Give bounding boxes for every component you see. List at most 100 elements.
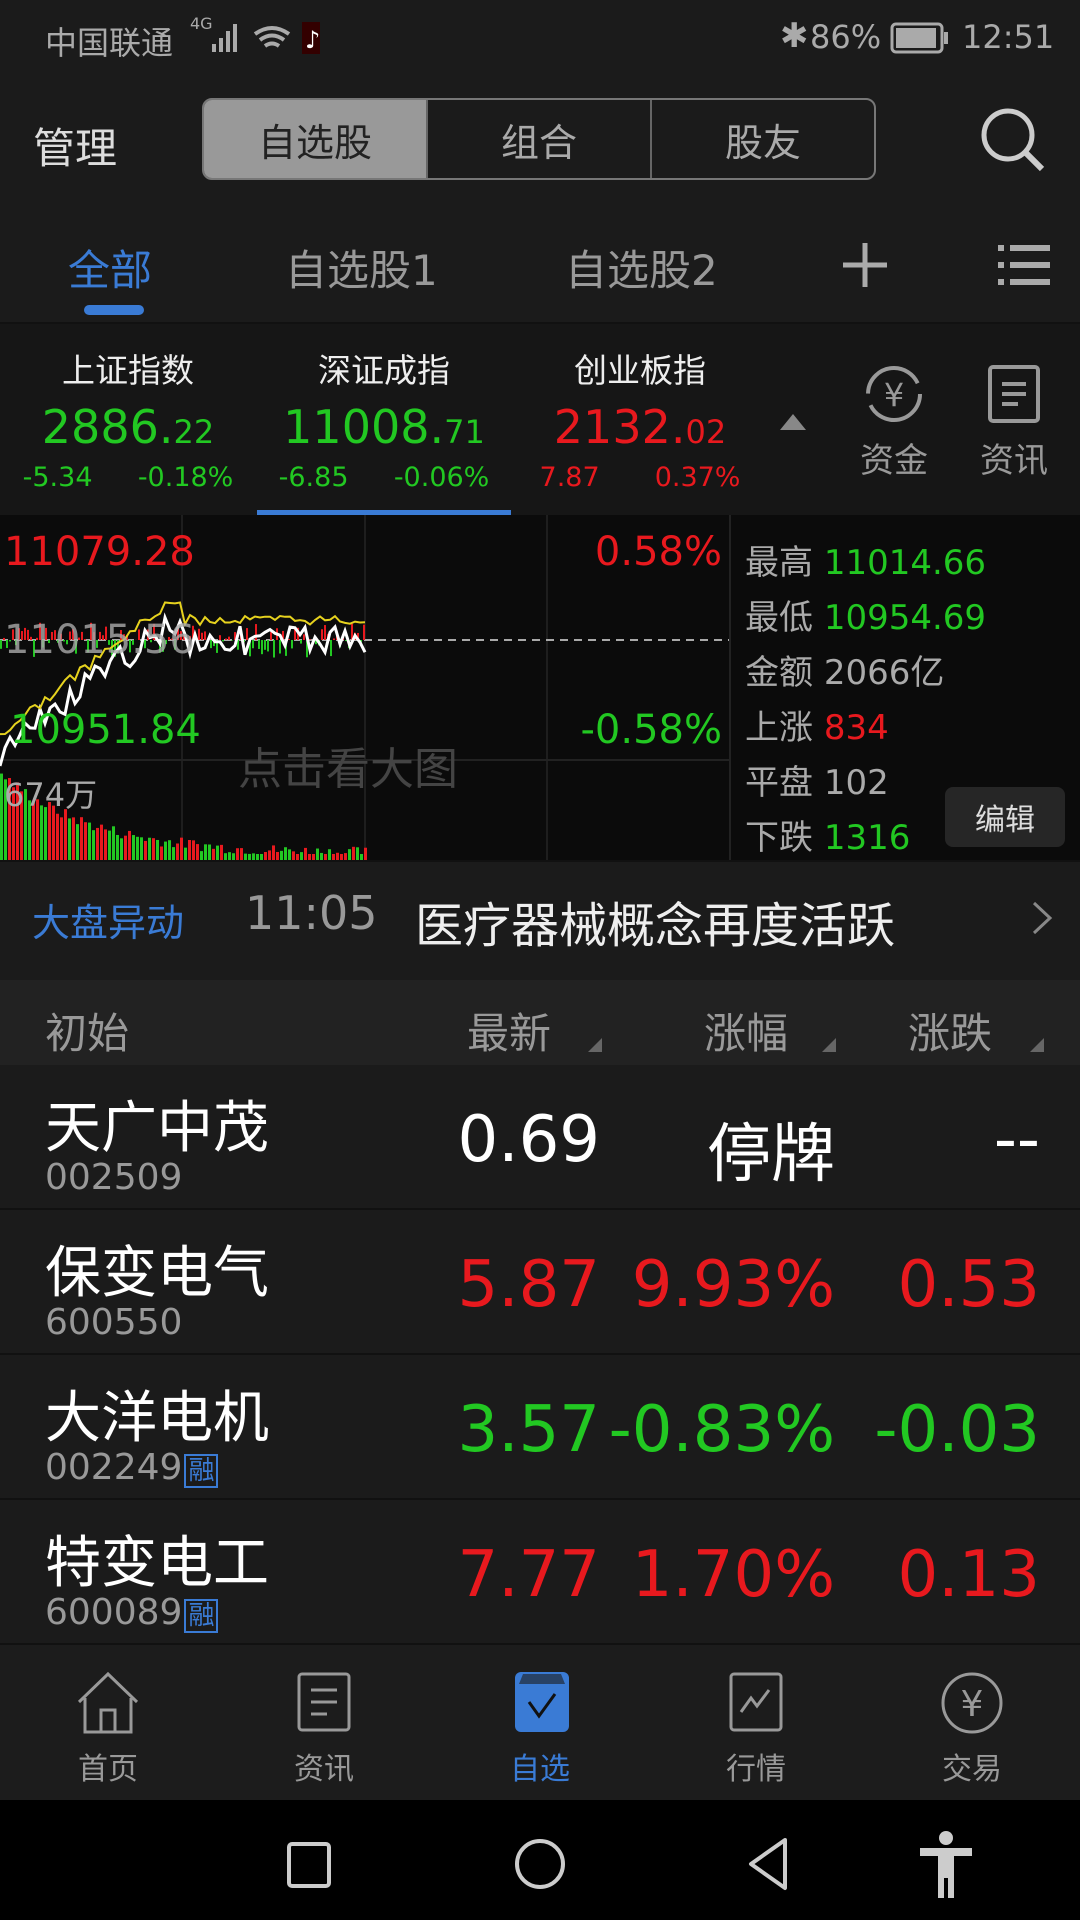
- volume-bar: [108, 830, 111, 860]
- news-button[interactable]: 资讯: [980, 364, 1048, 482]
- home-icon: [77, 1671, 139, 1734]
- segment-control: 自选股 组合 股友: [202, 98, 876, 180]
- accessibility-icon[interactable]: [918, 1830, 974, 1900]
- stock-change: -0.03: [874, 1393, 1040, 1467]
- volume-bar: [320, 852, 323, 860]
- volume-bar: [216, 845, 219, 860]
- stock-price: 0.69: [457, 1103, 601, 1177]
- watchlist-check-icon: [515, 1672, 569, 1732]
- volume-bar: [352, 846, 355, 860]
- market-alert-bar[interactable]: 大盘异动 11:05 医疗器械概念再度活跃: [0, 860, 1080, 970]
- stat-up: 834: [823, 708, 889, 748]
- volume-bar: [200, 851, 203, 860]
- volume-bar: [168, 840, 171, 860]
- stat-amount: 2066亿: [823, 653, 945, 693]
- volume-bar: [240, 848, 243, 860]
- volume-bar: [128, 830, 131, 860]
- ratio-bar: [333, 638, 335, 640]
- recents-icon[interactable]: [285, 1840, 335, 1890]
- news-icon: [297, 1672, 351, 1732]
- index-card[interactable]: 上证指数 2886.22 -5.34 -0.18%: [0, 324, 256, 517]
- collapse-arrow-icon[interactable]: [778, 412, 808, 432]
- search-icon[interactable]: [978, 105, 1048, 175]
- volume-bar: [316, 848, 319, 860]
- ratio-bar: [270, 632, 272, 640]
- volume-bar: [280, 850, 283, 860]
- nav-label: 首页: [78, 1752, 138, 1787]
- tab-all[interactable]: 全部: [68, 237, 152, 298]
- volume-bar: [56, 813, 59, 860]
- stock-row[interactable]: 特变电工 600089 融 7.77 1.70% 0.13: [0, 1500, 1080, 1645]
- nav-label: 行情: [726, 1752, 786, 1787]
- index-name: 创业板指: [574, 351, 706, 390]
- ratio-bar: [231, 640, 233, 641]
- index-pct: -0.06%: [393, 462, 490, 493]
- stock-change: --: [993, 1103, 1040, 1177]
- sort-change[interactable]: 涨跌: [908, 1000, 992, 1061]
- nav-watchlist[interactable]: 自选: [432, 1645, 648, 1800]
- funds-button[interactable]: ¥ 资金: [860, 364, 928, 482]
- intraday-chart[interactable]: 11079.28 11015.56 10951.84 0.58% -0.58% …: [0, 515, 1080, 860]
- volume-bar: [276, 851, 279, 860]
- nav-market[interactable]: 行情: [648, 1645, 864, 1800]
- sort-pct[interactable]: 涨幅: [704, 1000, 788, 1061]
- tab-watchlist-2[interactable]: 自选股2: [565, 237, 718, 298]
- volume-bar: [188, 839, 191, 860]
- ratio-bar: [198, 628, 200, 640]
- volume-bar: [208, 844, 211, 860]
- index-card[interactable]: 深证成指 11008.71 -6.85 -0.06%: [256, 324, 512, 517]
- chart-high-pct: 0.58%: [594, 529, 722, 575]
- segment-friends[interactable]: 股友: [652, 100, 874, 178]
- sort-latest[interactable]: 最新: [467, 1000, 551, 1061]
- chart-watermark: 点击看大图: [238, 744, 458, 795]
- segment-portfolio[interactable]: 组合: [428, 100, 652, 178]
- volume-bar: [164, 841, 167, 860]
- nav-news[interactable]: 资讯: [216, 1645, 432, 1800]
- index-card[interactable]: 创业板指 2132.02 7.87 0.37%: [512, 324, 768, 517]
- back-icon[interactable]: [745, 1836, 791, 1892]
- list-menu-icon[interactable]: [998, 243, 1050, 287]
- stock-pct: 1.70%: [631, 1538, 835, 1612]
- stat-down-key: 下跌: [745, 818, 813, 858]
- segment-watchlist[interactable]: 自选股: [204, 100, 428, 178]
- alert-time: 11:05: [245, 886, 378, 940]
- stat-up-key: 上涨: [745, 708, 813, 748]
- sort-default[interactable]: 初始: [45, 1000, 129, 1061]
- news-label: 资讯: [980, 441, 1048, 481]
- volume-bar: [228, 852, 231, 860]
- nav-trade[interactable]: ¥ 交易: [864, 1645, 1080, 1800]
- bluetooth-icon: ✱: [780, 16, 809, 56]
- ratio-bar: [225, 638, 227, 640]
- index-name: 上证指数: [62, 351, 194, 390]
- volume-bar: [292, 851, 295, 860]
- ratio-bar: [210, 640, 212, 649]
- volume-bar: [344, 853, 347, 860]
- ratio-bar: [264, 640, 266, 650]
- index-panel: 上证指数 2886.22 -5.34 -0.18% 深证成指 11008.71 -6…: [0, 322, 1080, 517]
- index-change: 7.87: [539, 462, 600, 493]
- volume-bar: [196, 844, 199, 860]
- volume-bar: [220, 844, 223, 860]
- bottom-nav: 首页 资讯 自选 行情 ¥ 交易: [0, 1645, 1080, 1800]
- home-circle-icon[interactable]: [512, 1836, 568, 1892]
- carrier: 中国联通: [45, 24, 174, 62]
- stock-row[interactable]: 保变电气 600550 5.87 9.93% 0.53: [0, 1210, 1080, 1355]
- chart-high-label: 11079.28: [4, 529, 195, 575]
- volume-bar: [144, 840, 147, 860]
- ratio-bar: [279, 640, 281, 654]
- volume-bar: [116, 834, 119, 860]
- ratio-bar: [258, 640, 260, 649]
- volume-bar: [252, 853, 255, 860]
- yuan-icon: ¥: [941, 1672, 1003, 1734]
- tab-watchlist-1[interactable]: 自选股1: [285, 237, 438, 298]
- volume-bar: [60, 817, 63, 860]
- index-value: 2132.02: [553, 400, 727, 454]
- stock-row[interactable]: 天广中茂 002509 0.69 停牌 --: [0, 1065, 1080, 1210]
- nav-home[interactable]: 首页: [0, 1645, 216, 1800]
- add-group-icon[interactable]: [840, 240, 890, 290]
- stock-row[interactable]: 大洋电机 002249 融 3.57 -0.83% -0.03: [0, 1355, 1080, 1500]
- ratio-bar: [288, 639, 290, 640]
- volume-bar: [172, 847, 175, 860]
- manage-button[interactable]: 管理: [33, 115, 117, 176]
- edit-button[interactable]: 编辑: [945, 787, 1065, 847]
